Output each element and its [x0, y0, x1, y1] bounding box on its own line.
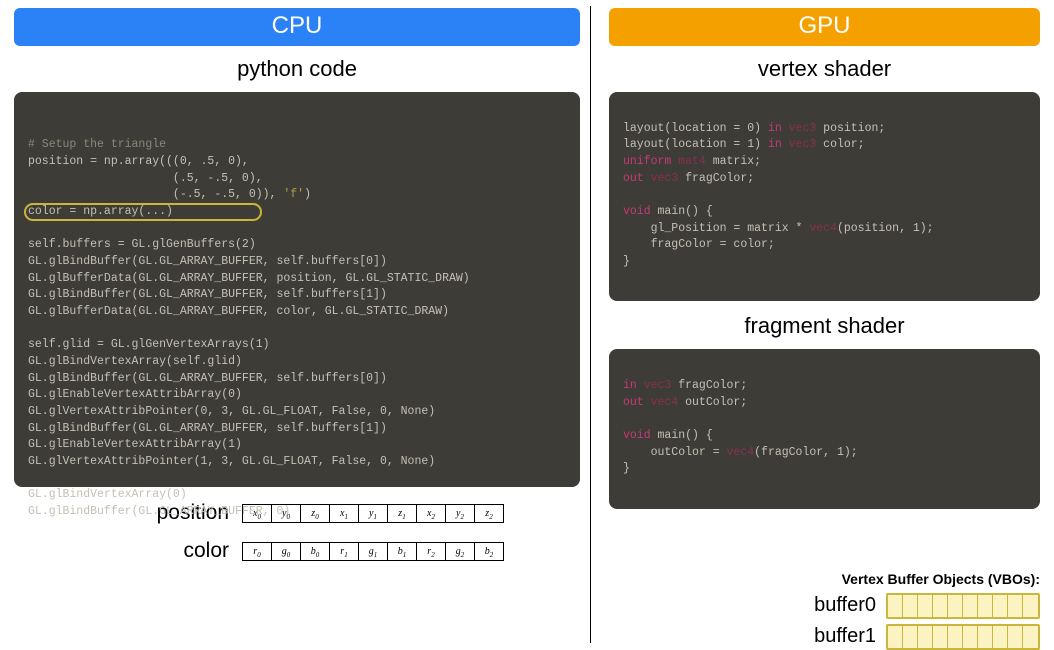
code-line: GL.glBufferData(GL.GL_ARRAY_BUFFER, posi…: [28, 272, 470, 285]
code-line: void main() {: [623, 205, 713, 218]
diagram-root: CPU python code # Setup the triangle pos…: [0, 0, 1054, 649]
code-line: in vec3 fragColor;: [623, 379, 747, 392]
vbo-cell: [903, 626, 918, 648]
code-line: # Setup the triangle: [28, 138, 166, 151]
code-line: (.5, -.5, 0),: [28, 172, 263, 185]
vbo-cell: [948, 626, 963, 648]
vbo-row: buffer1: [609, 624, 1040, 650]
code-line: self.buffers = GL.glGenBuffers(2): [28, 238, 256, 251]
code-line: GL.glVertexAttribPointer(1, 3, GL.GL_FLO…: [28, 455, 435, 468]
array-cell: z0: [300, 504, 330, 523]
gpu-column: GPU vertex shader layout(location = 0) i…: [591, 0, 1054, 649]
array-cell: r0: [242, 542, 272, 561]
code-line: GL.glEnableVertexAttribArray(1): [28, 438, 242, 451]
code-line: self.glid = GL.glGenVertexArrays(1): [28, 338, 270, 351]
vbo-cells: [886, 624, 1040, 650]
array-cell: y2: [445, 504, 475, 523]
vbo-cell: [1008, 595, 1023, 617]
array-cell: b2: [474, 542, 504, 561]
vbo-cell: [888, 595, 903, 617]
vbo-label: buffer0: [814, 594, 876, 617]
vbo-cells: [886, 593, 1040, 619]
color-label: color: [139, 539, 229, 563]
array-cell: x2: [416, 504, 446, 523]
vbo-cell: [1023, 626, 1038, 648]
array-cell: g1: [358, 542, 388, 561]
code-line: fragColor = color;: [623, 238, 775, 251]
vertex-shader-title: vertex shader: [609, 56, 1040, 82]
vbo-cell: [918, 626, 933, 648]
vbo-cell: [963, 595, 978, 617]
code-line: uniform mat4 matrix;: [623, 155, 761, 168]
gpu-header: GPU: [609, 8, 1040, 46]
code-line: out vec3 fragColor;: [623, 172, 754, 185]
vbo-cell: [903, 595, 918, 617]
python-code-box: # Setup the triangle position = np.array…: [14, 92, 580, 487]
code-line: GL.glBufferData(GL.GL_ARRAY_BUFFER, colo…: [28, 305, 449, 318]
array-cell: r2: [416, 542, 446, 561]
code-line: layout(location = 1) in vec3 color;: [623, 138, 865, 151]
code-line: GL.glEnableVertexAttribArray(0): [28, 388, 242, 401]
color-cells: r0g0b0r1g1b1r2g2b2: [243, 542, 504, 561]
code-line: }: [623, 462, 630, 475]
code-line: GL.glBindBuffer(GL.GL_ARRAY_BUFFER, self…: [28, 288, 387, 301]
vbo-cell: [948, 595, 963, 617]
vbo-cell: [888, 626, 903, 648]
vertex-shader-box: layout(location = 0) in vec3 position; l…: [609, 92, 1040, 301]
code-line: GL.glBindBuffer(GL.GL_ARRAY_BUFFER, self…: [28, 255, 387, 268]
array-cell: r1: [329, 542, 359, 561]
vbo-cell: [993, 595, 1008, 617]
fragment-shader-title: fragment shader: [609, 313, 1040, 339]
code-line: gl_Position = matrix * vec4(position, 1)…: [623, 222, 934, 235]
vbo-cell: [918, 595, 933, 617]
highlight-genbuffers: [24, 203, 262, 221]
vbo-cell: [1023, 595, 1038, 617]
array-cell: x1: [329, 504, 359, 523]
code-line: GL.glBindVertexArray(self.glid): [28, 355, 242, 368]
array-cell: g0: [271, 542, 301, 561]
code-line: void main() {: [623, 429, 713, 442]
code-line: GL.glBindBuffer(GL.GL_ARRAY_BUFFER, 0): [28, 505, 290, 518]
vbo-cell: [933, 626, 948, 648]
vbo-cell: [978, 626, 993, 648]
code-line: }: [623, 255, 630, 268]
vbo-cell: [963, 626, 978, 648]
vbo-area: Vertex Buffer Objects (VBOs): buffer0 buf…: [609, 571, 1040, 650]
fragment-shader-box: in vec3 fragColor; out vec4 outColor; vo…: [609, 349, 1040, 508]
cpu-header: CPU: [14, 8, 580, 46]
array-cell: g2: [445, 542, 475, 561]
vbo-cell: [1008, 626, 1023, 648]
array-cell: z1: [387, 504, 417, 523]
array-cell: z2: [474, 504, 504, 523]
cpu-column: CPU python code # Setup the triangle pos…: [0, 0, 590, 649]
code-line: out vec4 outColor;: [623, 396, 747, 409]
vbo-label: buffer1: [814, 625, 876, 648]
array-cell: y1: [358, 504, 388, 523]
vbo-cell: [993, 626, 1008, 648]
code-line: position = np.array(((0, .5, 0),: [28, 155, 249, 168]
code-line: GL.glBindVertexArray(0): [28, 488, 187, 501]
code-line: outColor = vec4(fragColor, 1);: [623, 446, 858, 459]
array-cell: b0: [300, 542, 330, 561]
code-line: GL.glVertexAttribPointer(0, 3, GL.GL_FLO…: [28, 405, 435, 418]
code-line: GL.glBindBuffer(GL.GL_ARRAY_BUFFER, self…: [28, 372, 387, 385]
array-cell: b1: [387, 542, 417, 561]
vbo-row: buffer0: [609, 593, 1040, 619]
vbo-title: Vertex Buffer Objects (VBOs):: [609, 571, 1040, 587]
python-code-title: python code: [14, 56, 580, 82]
vbo-cell: [978, 595, 993, 617]
vbo-cell: [933, 595, 948, 617]
code-line: layout(location = 0) in vec3 position;: [623, 122, 885, 135]
code-line: GL.glBindBuffer(GL.GL_ARRAY_BUFFER, self…: [28, 422, 387, 435]
color-array: color r0g0b0r1g1b1r2g2b2: [14, 539, 580, 563]
code-line: (-.5, -.5, 0)), 'f'): [28, 188, 311, 201]
